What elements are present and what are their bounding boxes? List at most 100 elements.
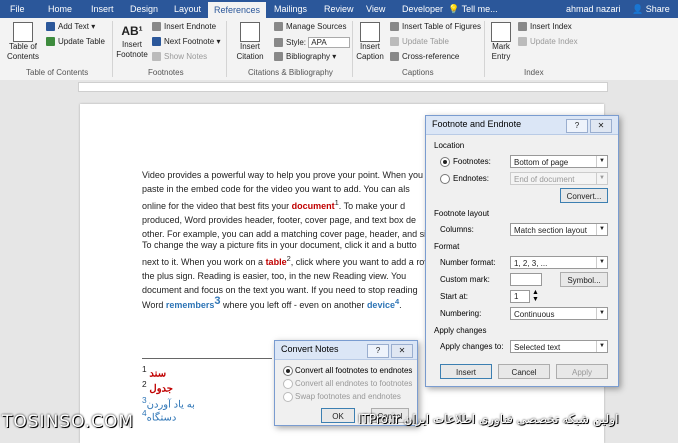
toc-icon: [13, 22, 33, 42]
manage-sources-button[interactable]: Manage Sources: [274, 22, 346, 32]
insert-button[interactable]: Insert: [440, 364, 492, 379]
insert-endnote-button[interactable]: Insert Endnote: [152, 22, 216, 32]
ribbon-separator: [484, 21, 485, 77]
tab-insert[interactable]: Insert: [89, 0, 116, 18]
numbering-label: Numbering:: [440, 309, 482, 318]
show-notes-icon: [152, 52, 161, 62]
tell-me-text: Tell me...: [461, 4, 498, 14]
tab-file[interactable]: File: [8, 0, 27, 18]
tell-me-box[interactable]: 💡 Tell me...: [448, 0, 498, 18]
help-button[interactable]: ?: [566, 119, 588, 133]
style-icon: [274, 38, 283, 48]
footnote-ref-table[interactable]: table: [266, 257, 287, 267]
update-index-button[interactable]: Update Index: [518, 37, 578, 47]
style-selector[interactable]: Style: APA: [274, 37, 351, 48]
update-table-figures-button[interactable]: Update Table: [390, 37, 449, 47]
footnote-4[interactable]: 4دستگاه: [142, 408, 176, 423]
help-button[interactable]: ?: [367, 344, 389, 358]
tab-review[interactable]: Review: [322, 0, 356, 18]
apply-button[interactable]: Apply: [556, 364, 608, 379]
update-table-button[interactable]: Update Table: [46, 37, 105, 47]
convert-endnotes-label: Convert all endnotes to footnotes: [295, 379, 413, 388]
group-label-toc: Table of Contents: [26, 68, 89, 77]
tab-layout[interactable]: Layout: [172, 0, 203, 18]
add-text-button[interactable]: Add Text ▾: [46, 22, 95, 32]
dialog-title-bar[interactable]: Footnote and Endnote ? ✕: [426, 116, 618, 135]
endnotes-radio[interactable]: [440, 174, 450, 184]
style-value[interactable]: APA: [308, 37, 351, 48]
footnotes-location-select[interactable]: Bottom of page ▼: [510, 155, 608, 168]
convert-footnotes-label: Convert all footnotes to endnotes: [295, 366, 413, 375]
next-footnote-icon: [152, 37, 161, 47]
footnote-ref-device[interactable]: device: [367, 300, 395, 310]
chevron-down-icon: ▼: [596, 308, 607, 319]
insert-table-of-figures-button[interactable]: Insert Table of Figures: [390, 22, 481, 32]
convert-button[interactable]: Convert...: [560, 188, 608, 203]
chevron-down-icon: ▼: [596, 156, 607, 167]
footnote-2[interactable]: جدول 2: [142, 379, 173, 394]
refresh-icon: [390, 37, 399, 47]
number-format-select[interactable]: 1, 2, 3, ... ▼: [510, 256, 608, 269]
bibliography-button[interactable]: Bibliography ▾: [274, 52, 336, 62]
next-footnote-button[interactable]: Next Footnote ▾: [152, 37, 221, 47]
cancel-button[interactable]: Cancel: [498, 364, 550, 379]
show-notes-button[interactable]: Show Notes: [152, 52, 207, 62]
ribbon-tab-bar: File Home Insert Design Layout Reference…: [0, 0, 678, 18]
insert-footnote-button[interactable]: AB¹ Insert Footnote: [116, 22, 148, 60]
bibliography-icon: [274, 52, 283, 62]
insert-caption-button[interactable]: Insert Caption: [354, 22, 386, 62]
insert-index-button[interactable]: Insert Index: [518, 22, 572, 32]
mark-entry-button[interactable]: Mark Entry: [488, 22, 514, 62]
convert-endnotes-radio[interactable]: [283, 379, 293, 389]
numbering-select[interactable]: Continuous ▼: [510, 307, 608, 320]
manage-sources-icon: [274, 22, 283, 32]
caption-icon: [360, 22, 380, 42]
tab-home[interactable]: Home: [46, 0, 74, 18]
table-of-figures-icon: [390, 22, 399, 32]
tab-references[interactable]: References: [208, 2, 267, 18]
tab-mailings[interactable]: Mailings: [272, 0, 309, 18]
swap-notes-label: Swap footnotes and endnotes: [295, 392, 401, 401]
footnote-ref-remembers[interactable]: remembers: [166, 300, 215, 310]
tab-design[interactable]: Design: [128, 0, 160, 18]
ribbon-separator: [226, 21, 227, 77]
tab-developer[interactable]: Developer: [400, 0, 445, 18]
horizontal-ruler[interactable]: [0, 80, 678, 92]
endnotes-location-select[interactable]: End of document ▼: [510, 172, 608, 185]
cross-reference-button[interactable]: Cross-reference: [390, 52, 459, 62]
custom-mark-input[interactable]: [510, 273, 542, 286]
location-heading: Location: [434, 141, 465, 150]
close-button[interactable]: ✕: [391, 344, 413, 358]
columns-select[interactable]: Match section layout ▼: [510, 223, 608, 236]
format-heading: Format: [434, 242, 460, 251]
convert-footnotes-radio[interactable]: [283, 366, 293, 376]
ruler-track: [78, 82, 608, 92]
share-button[interactable]: 👤 Share: [632, 0, 670, 18]
mark-entry-icon: [491, 22, 511, 42]
tab-view[interactable]: View: [364, 0, 387, 18]
dialog-title-bar[interactable]: Convert Notes ? ✕: [275, 341, 417, 360]
insert-citation-button[interactable]: Insert Citation: [230, 22, 270, 62]
swap-notes-radio[interactable]: [283, 392, 293, 402]
user-name[interactable]: ahmad nazari: [566, 0, 621, 18]
footnote-separator: [142, 358, 272, 359]
watermark-right: ITPro.ir اولین شبکه تخصصی فناوری اطلاعات…: [358, 412, 619, 426]
paragraph-2: To change the way a picture fits in your…: [142, 240, 429, 295]
footnote-ref-document[interactable]: document: [292, 201, 335, 211]
person-icon: 👤: [632, 4, 644, 14]
paragraph-1: Video provides a powerful way to help yo…: [142, 170, 432, 239]
symbol-button[interactable]: Symbol...: [560, 272, 608, 287]
footnote-1[interactable]: سند 1: [142, 364, 166, 379]
start-at-label: Start at:: [440, 292, 469, 301]
close-button[interactable]: ✕: [590, 119, 612, 133]
toc-label: Table of Contents: [6, 42, 40, 61]
columns-label: Columns:: [440, 225, 474, 234]
table-of-contents-button[interactable]: Table of Contents: [6, 22, 40, 62]
ok-button[interactable]: OK: [321, 408, 355, 423]
apply-to-select[interactable]: Selected text ▼: [510, 340, 608, 353]
paragraph-3: Word remembers3 where you left off - eve…: [142, 295, 402, 310]
start-at-spinner[interactable]: ▲ ▼: [532, 289, 539, 303]
footnotes-radio[interactable]: [440, 157, 450, 167]
start-at-input[interactable]: 1: [510, 290, 530, 303]
cross-reference-icon: [390, 52, 399, 62]
